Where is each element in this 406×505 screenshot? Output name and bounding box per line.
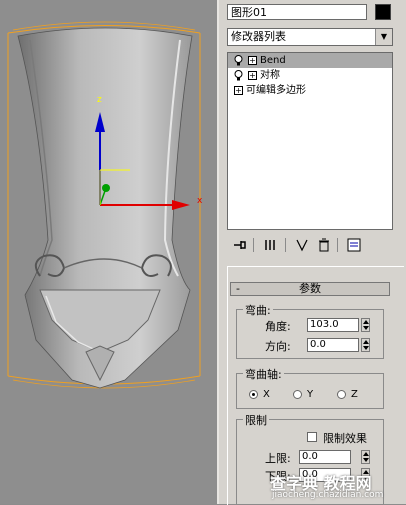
stack-item-bend[interactable]: + Bend xyxy=(228,53,392,68)
rollout-header[interactable]: - 参数 xyxy=(230,282,390,296)
expand-icon[interactable]: + xyxy=(234,86,243,95)
chevron-down-icon[interactable]: ▼ xyxy=(375,29,392,45)
model-canvas: z x xyxy=(7,21,203,389)
direction-field[interactable]: 0.0 xyxy=(307,338,359,352)
direction-spinner[interactable] xyxy=(361,338,370,352)
modifier-stack[interactable]: + Bend + 对称 + 可编辑多边形 xyxy=(227,52,393,230)
axis-x-radio[interactable] xyxy=(249,390,258,399)
bend-group-title: 弯曲: xyxy=(243,302,273,318)
bend-axis-group-title: 弯曲轴: xyxy=(243,366,284,382)
axis-y-radio[interactable] xyxy=(293,390,302,399)
object-color-swatch[interactable] xyxy=(375,4,391,20)
limits-group-title: 限制 xyxy=(243,412,269,428)
remove-modifier-icon[interactable] xyxy=(315,236,333,254)
rollout-title: 参数 xyxy=(299,282,321,295)
configure-modifier-sets-icon[interactable] xyxy=(345,236,363,254)
axis-z-radio[interactable] xyxy=(337,390,346,399)
stack-item-editable-poly[interactable]: + 可编辑多边形 xyxy=(228,83,392,98)
limit-effect-label: 限制效果 xyxy=(323,432,367,445)
axis-x-label: x xyxy=(197,196,203,206)
stack-item-label: 对称 xyxy=(260,70,280,81)
object-name-row: 图形01 xyxy=(227,4,402,22)
make-unique-icon[interactable] xyxy=(293,236,311,254)
axis-z-label: z xyxy=(97,95,102,105)
angle-field[interactable]: 103.0 xyxy=(307,318,359,332)
limit-effect-checkbox[interactable] xyxy=(307,432,317,442)
bend-axis-group: 弯曲轴: X Y Z xyxy=(236,366,384,409)
show-end-result-icon[interactable] xyxy=(261,236,279,254)
axis-y-label: Y xyxy=(307,389,314,400)
expand-icon[interactable]: + xyxy=(248,56,257,65)
modifier-list-dropdown[interactable]: 修改器列表 ▼ xyxy=(227,28,393,46)
upper-limit-field[interactable]: 0.0 xyxy=(299,450,351,464)
collapse-icon: - xyxy=(236,282,240,295)
object-name-field[interactable]: 图形01 xyxy=(227,4,367,20)
angle-spinner[interactable] xyxy=(361,318,370,332)
stack-item-label: 可编辑多边形 xyxy=(246,85,306,96)
watermark-url: jiaocheng.chazidian.com xyxy=(272,490,384,500)
upper-limit-spinner[interactable] xyxy=(361,450,370,464)
viewport[interactable]: z x xyxy=(0,0,217,504)
angle-label: 角度: xyxy=(265,320,291,333)
axis-z-label: Z xyxy=(351,389,358,400)
bend-group: 弯曲: 角度: 103.0 方向: 0.0 xyxy=(236,302,384,359)
upper-limit-label: 上限: xyxy=(265,452,291,465)
lightbulb-icon[interactable] xyxy=(234,55,243,66)
direction-label: 方向: xyxy=(265,340,291,353)
pin-stack-icon[interactable] xyxy=(231,236,249,254)
command-panel: 图形01 修改器列表 ▼ + Bend + 对称 + 可编辑多边形 - 参数 弯… xyxy=(217,0,406,505)
shield-model xyxy=(17,27,193,389)
axis-x-label: X xyxy=(263,389,270,400)
lightbulb-icon[interactable] xyxy=(234,70,243,81)
stack-toolbar xyxy=(227,236,397,256)
expand-icon[interactable]: + xyxy=(248,71,257,80)
stack-item-label: Bend xyxy=(260,55,286,66)
stack-item-symmetry[interactable]: + 对称 xyxy=(228,68,392,83)
modifier-list-label: 修改器列表 xyxy=(231,30,286,43)
watermark: 查字典 教程网 jiaocheng.chazidian.com xyxy=(270,470,406,504)
